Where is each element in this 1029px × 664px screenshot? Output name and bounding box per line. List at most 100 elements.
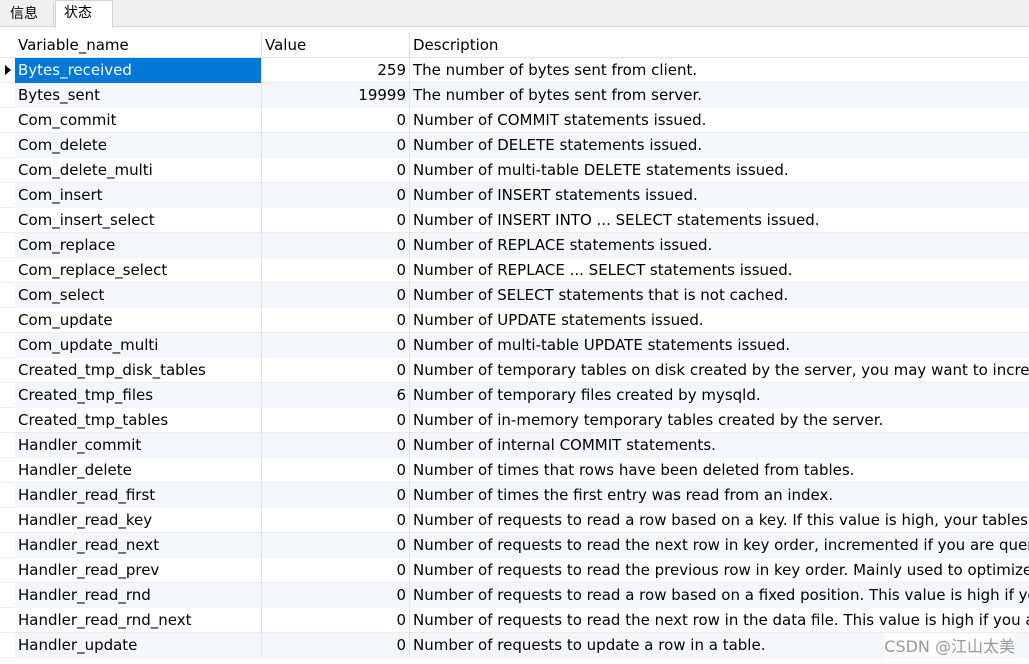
cell-description[interactable]: Number of INSERT statements issued.: [410, 183, 1029, 208]
tab-info[interactable]: 信息: [2, 2, 54, 27]
cell-description[interactable]: Number of requests to read a row based o…: [410, 583, 1029, 608]
cell-value[interactable]: 0: [262, 158, 410, 183]
cell-value[interactable]: 0: [262, 233, 410, 258]
cell-variable-name[interactable]: Created_tmp_disk_tables: [15, 358, 262, 383]
table-row[interactable]: Handler_read_rnd 0 Number of requests to r…: [0, 583, 1029, 608]
table-row[interactable]: Handler_commit 0 Number of internal COMMIT…: [0, 433, 1029, 458]
cell-variable-name[interactable]: Com_replace: [15, 233, 262, 258]
cell-description[interactable]: Number of requests to read the previous …: [410, 558, 1029, 583]
table-row[interactable]: Com_update_multi 0 Number of multi-table U…: [0, 333, 1029, 358]
cell-value[interactable]: 0: [262, 533, 410, 558]
table-row[interactable]: Com_insert 0 Number of INSERT statements i…: [0, 183, 1029, 208]
table-row[interactable]: Handler_update 0 Number of requests to upd…: [0, 633, 1029, 658]
cell-value[interactable]: 0: [262, 258, 410, 283]
cell-variable-name[interactable]: Handler_read_rnd_next: [15, 608, 262, 633]
cell-value[interactable]: 0: [262, 458, 410, 483]
cell-value[interactable]: 0: [262, 283, 410, 308]
cell-description[interactable]: Number of temporary tables on disk creat…: [410, 358, 1029, 383]
cell-value[interactable]: 0: [262, 558, 410, 583]
cell-description[interactable]: Number of DELETE statements issued.: [410, 133, 1029, 158]
table-row[interactable]: Com_select 0 Number of SELECT statements t…: [0, 283, 1029, 308]
cell-value[interactable]: 0: [262, 633, 410, 658]
cell-description[interactable]: Number of UPDATE statements issued.: [410, 308, 1029, 333]
table-row[interactable]: Bytes_sent 19999 The number of bytes sent …: [0, 83, 1029, 108]
cell-description[interactable]: Number of requests to read a row based o…: [410, 508, 1029, 533]
table-row[interactable]: Handler_read_rnd_next 0 Number of requests…: [0, 608, 1029, 633]
table-row[interactable]: Handler_read_key 0 Number of requests to r…: [0, 508, 1029, 533]
cell-variable-name[interactable]: Handler_read_prev: [15, 558, 262, 583]
cell-variable-name[interactable]: Com_insert_select: [15, 208, 262, 233]
table-row[interactable]: Com_update 0 Number of UPDATE statements i…: [0, 308, 1029, 333]
cell-value[interactable]: 0: [262, 608, 410, 633]
cell-description[interactable]: Number of requests to read the next row …: [410, 608, 1029, 633]
cell-variable-name[interactable]: Com_insert: [15, 183, 262, 208]
cell-variable-name[interactable]: Handler_read_key: [15, 508, 262, 533]
cell-description[interactable]: Number of multi-table DELETE statements …: [410, 158, 1029, 183]
cell-variable-name[interactable]: Com_delete_multi: [15, 158, 262, 183]
cell-description[interactable]: Number of in-memory temporary tables cre…: [410, 408, 1029, 433]
cell-variable-name[interactable]: Created_tmp_tables: [15, 408, 262, 433]
cell-variable-name[interactable]: Bytes_received: [15, 58, 262, 83]
table-row[interactable]: Handler_delete 0 Number of times that rows…: [0, 458, 1029, 483]
cell-variable-name[interactable]: Com_update: [15, 308, 262, 333]
cell-variable-name[interactable]: Com_delete: [15, 133, 262, 158]
table-row[interactable]: Handler_read_next 0 Number of requests to …: [0, 533, 1029, 558]
cell-variable-name[interactable]: Handler_read_next: [15, 533, 262, 558]
cell-value[interactable]: 0: [262, 358, 410, 383]
table-row[interactable]: Created_tmp_tables 0 Number of in-memory t…: [0, 408, 1029, 433]
cell-value[interactable]: 19999: [262, 83, 410, 108]
cell-variable-name[interactable]: Handler_update: [15, 633, 262, 658]
cell-value[interactable]: 0: [262, 208, 410, 233]
table-row[interactable]: Com_commit 0 Number of COMMIT statements i…: [0, 108, 1029, 133]
cell-value[interactable]: 0: [262, 308, 410, 333]
cell-variable-name[interactable]: Handler_commit: [15, 433, 262, 458]
cell-variable-name[interactable]: Bytes_sent: [15, 83, 262, 108]
cell-variable-name[interactable]: Handler_read_first: [15, 483, 262, 508]
cell-value[interactable]: 0: [262, 108, 410, 133]
cell-description[interactable]: Number of INSERT INTO ... SELECT stateme…: [410, 208, 1029, 233]
cell-variable-name[interactable]: Created_tmp_files: [15, 383, 262, 408]
cell-variable-name[interactable]: Com_select: [15, 283, 262, 308]
cell-value[interactable]: 0: [262, 183, 410, 208]
cell-value[interactable]: 0: [262, 133, 410, 158]
cell-description[interactable]: Number of COMMIT statements issued.: [410, 108, 1029, 133]
table-row[interactable]: Com_insert_select 0 Number of INSERT INTO …: [0, 208, 1029, 233]
cell-description[interactable]: Number of temporary files created by mys…: [410, 383, 1029, 408]
cell-variable-name[interactable]: Com_commit: [15, 108, 262, 133]
column-header-value[interactable]: Value: [262, 33, 410, 58]
column-header-description[interactable]: Description: [410, 33, 1029, 58]
cell-value[interactable]: 0: [262, 508, 410, 533]
cell-variable-name[interactable]: Com_update_multi: [15, 333, 262, 358]
cell-description[interactable]: Number of times the first entry was read…: [410, 483, 1029, 508]
cell-value[interactable]: 6: [262, 383, 410, 408]
cell-description[interactable]: Number of requests to read the next row …: [410, 533, 1029, 558]
table-row[interactable]: Com_delete_multi 0 Number of multi-table D…: [0, 158, 1029, 183]
table-row[interactable]: Com_replace 0 Number of REPLACE statements…: [0, 233, 1029, 258]
cell-description[interactable]: The number of bytes sent from client.: [410, 58, 1029, 83]
table-row[interactable]: Handler_read_prev 0 Number of requests to …: [0, 558, 1029, 583]
cell-description[interactable]: Number of REPLACE statements issued.: [410, 233, 1029, 258]
cell-variable-name[interactable]: Handler_read_rnd: [15, 583, 262, 608]
cell-value[interactable]: 0: [262, 333, 410, 358]
cell-description[interactable]: Number of multi-table UPDATE statements …: [410, 333, 1029, 358]
cell-value[interactable]: 0: [262, 483, 410, 508]
cell-description[interactable]: Number of REPLACE ... SELECT statements …: [410, 258, 1029, 283]
cell-description[interactable]: The number of bytes sent from server.: [410, 83, 1029, 108]
cell-value[interactable]: 0: [262, 583, 410, 608]
table-row[interactable]: Bytes_received 259 The number of bytes sen…: [0, 58, 1029, 83]
cell-variable-name[interactable]: Handler_delete: [15, 458, 262, 483]
table-row[interactable]: Created_tmp_disk_tables 0 Number of tempor…: [0, 358, 1029, 383]
cell-variable-name[interactable]: Com_replace_select: [15, 258, 262, 283]
table-row[interactable]: Handler_read_first 0 Number of times the f…: [0, 483, 1029, 508]
cell-description[interactable]: Number of SELECT statements that is not …: [410, 283, 1029, 308]
cell-value[interactable]: 0: [262, 433, 410, 458]
table-row[interactable]: Com_replace_select 0 Number of REPLACE ...…: [0, 258, 1029, 283]
table-row[interactable]: Created_tmp_files 6 Number of temporary fi…: [0, 383, 1029, 408]
cell-description[interactable]: Number of times that rows have been dele…: [410, 458, 1029, 483]
cell-value[interactable]: 0: [262, 408, 410, 433]
table-row[interactable]: Com_delete 0 Number of DELETE statements i…: [0, 133, 1029, 158]
cell-description[interactable]: Number of internal COMMIT statements.: [410, 433, 1029, 458]
cell-value[interactable]: 259: [262, 58, 410, 83]
tab-status[interactable]: 状态: [55, 0, 113, 28]
column-header-variable-name[interactable]: Variable_name: [15, 33, 262, 58]
